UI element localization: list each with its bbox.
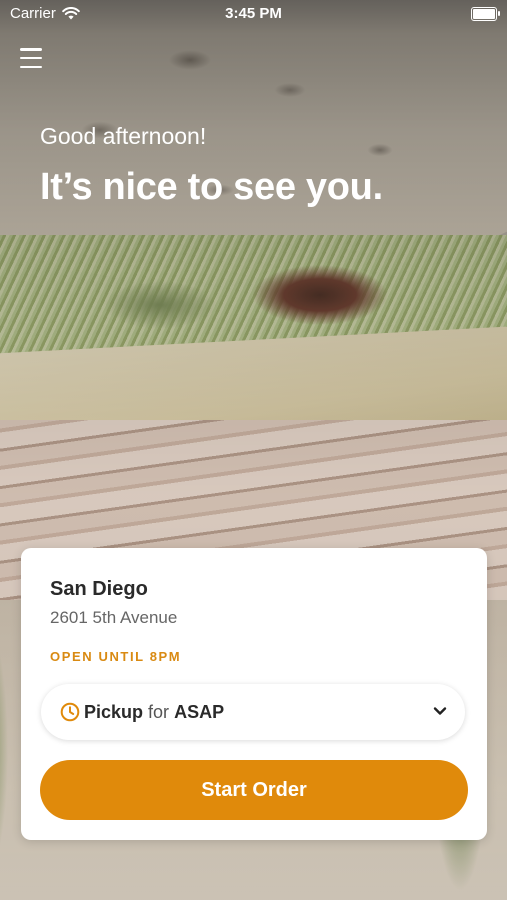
order-mode-text: Pickup for ASAP: [84, 702, 224, 723]
store-hours: OPEN UNTIL 8PM: [50, 649, 182, 664]
store-name: San Diego: [50, 578, 148, 600]
battery-fill: [473, 9, 495, 19]
battery-icon: [471, 7, 500, 21]
welcome-headline: It’s nice to see you.: [40, 166, 383, 208]
clock-icon: [60, 702, 80, 722]
hamburger-menu-icon[interactable]: [20, 48, 42, 68]
order-mode-connector: for: [148, 702, 170, 722]
order-mode-label: Pickup: [84, 702, 144, 722]
chevron-down-icon: [433, 707, 447, 715]
store-address: 2601 5th Avenue: [50, 608, 178, 627]
menu-bar: [20, 56, 42, 60]
menu-bar: [20, 65, 42, 68]
greeting-text: Good afternoon!: [40, 123, 207, 149]
status-bar: Carrier 3:45 PM: [0, 0, 507, 28]
store-card: San Diego 2601 5th Avenue OPEN UNTIL 8PM…: [21, 548, 487, 840]
start-order-button[interactable]: Start Order: [40, 760, 468, 820]
order-time-label: ASAP: [174, 702, 225, 722]
menu-bar: [20, 48, 42, 51]
status-time: 3:45 PM: [225, 5, 282, 22]
order-mode-selector[interactable]: Pickup for ASAP: [41, 684, 465, 740]
